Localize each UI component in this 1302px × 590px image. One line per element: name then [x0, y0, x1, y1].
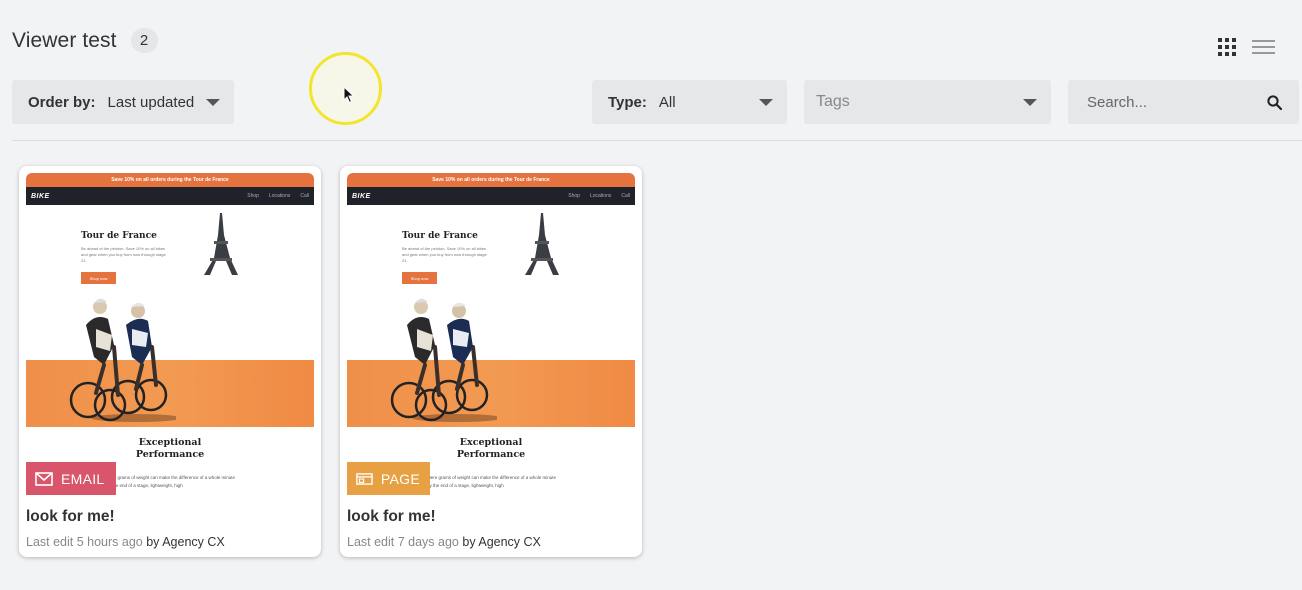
type-badge-email: EMAIL [26, 462, 116, 495]
thumb-nav-item: Locations [589, 193, 612, 199]
card-author: by Agency CX [146, 535, 225, 549]
content-card[interactable]: Save 10% on all orders during the Tour d… [340, 166, 642, 557]
thumb-brand-bar: BIKE Shop Locations Call [347, 187, 635, 205]
thumb-hero-text: Be ahead of the peloton. Save 10% on all… [402, 246, 487, 263]
thumb-section-title-line: Performance [456, 449, 526, 460]
toolbar-divider [12, 140, 1302, 141]
chevron-down-icon [206, 98, 220, 106]
order-by-dropdown[interactable]: Order by: Last updated [12, 80, 234, 124]
thumb-nav-item: Call [300, 193, 309, 199]
thumb-nav: Shop Locations Call [568, 193, 630, 199]
thumb-hero-button: Shop now [402, 272, 437, 284]
thumb-hero-text: Be ahead of the peloton. Save 10% on all… [81, 246, 166, 263]
type-filter-value: All [658, 93, 676, 111]
type-badge-label: EMAIL [61, 470, 105, 487]
tags-filter-dropdown[interactable]: Tags [804, 80, 1051, 124]
thumb-section-title-line: Exceptional [138, 437, 202, 448]
page-header: Viewer test 2 [12, 28, 158, 53]
page-icon [356, 472, 373, 485]
card-thumbnail: Save 10% on all orders during the Tour d… [26, 173, 314, 500]
card-edited-time: Last edit 7 days ago [347, 535, 459, 549]
cyclists-image [390, 298, 497, 422]
type-filter-dropdown[interactable]: Type: All [592, 80, 787, 124]
thumb-hero-title: Tour de France [81, 231, 157, 241]
thumb-nav-item: Locations [268, 193, 291, 199]
thumb-promo-bar: Save 10% on all orders during the Tour d… [347, 173, 635, 187]
card-author: by Agency CX [462, 535, 541, 549]
type-filter-label: Type: [608, 93, 647, 111]
thumb-nav: Shop Locations Call [247, 193, 309, 199]
card-meta: Last edit 7 days ago by Agency CX [347, 535, 541, 549]
order-by-label: Order by: [28, 93, 96, 111]
thumb-section-text: Mere grams of weight can make the differ… [106, 475, 235, 488]
thumb-promo-bar: Save 10% on all orders during the Tour d… [26, 173, 314, 187]
eiffel-tower-image [525, 213, 559, 275]
type-badge-label: PAGE [380, 470, 420, 487]
thumb-brand-logo: BIKE [352, 192, 371, 200]
thumb-section-text: Mere grams of weight can make the differ… [427, 475, 556, 488]
thumb-section-title: Exceptional Performance [26, 437, 314, 461]
thumb-nav-item: Call [621, 193, 630, 199]
order-by-value: Last updated [107, 93, 195, 111]
card-title: look for me! [26, 508, 115, 525]
thumb-hero: Tour de France Be ahead of the peloton. … [26, 205, 314, 427]
eiffel-tower-image [204, 213, 238, 275]
list-view-icon [1251, 40, 1275, 54]
grid-view-icon [1218, 38, 1236, 56]
search-box [1068, 80, 1299, 124]
thumb-nav-item: Shop [568, 193, 580, 199]
thumb-section-title-line: Exceptional [459, 437, 523, 448]
thumb-hero-button: Shop now [81, 272, 116, 284]
list-view-toggle[interactable] [1250, 37, 1276, 57]
search-input[interactable] [1087, 93, 1265, 111]
card-edited-time: Last edit 5 hours ago [26, 535, 143, 549]
thumb-brand-logo: BIKE [31, 192, 50, 200]
thumb-section-title: Exceptional Performance [347, 437, 635, 461]
thumb-section-title-line: Performance [135, 449, 205, 460]
card-meta: Last edit 5 hours ago by Agency CX [26, 535, 225, 549]
mail-icon [35, 471, 53, 486]
card-thumbnail: Save 10% on all orders during the Tour d… [347, 173, 635, 500]
tags-filter-placeholder: Tags [816, 93, 850, 110]
page-title: Viewer test [12, 28, 117, 52]
thumb-nav-item: Shop [247, 193, 259, 199]
mouse-cursor-icon [343, 86, 355, 104]
item-count-badge: 2 [130, 28, 158, 53]
type-badge-page: PAGE [347, 462, 430, 495]
thumb-hero: Tour de France Be ahead of the peloton. … [347, 205, 635, 427]
card-title: look for me! [347, 508, 436, 525]
grid-view-toggle[interactable] [1216, 37, 1238, 57]
thumb-hero-title: Tour de France [402, 231, 478, 241]
cyclists-image [69, 298, 176, 422]
chevron-down-icon [759, 98, 773, 106]
chevron-down-icon [1023, 98, 1037, 106]
thumb-brand-bar: BIKE Shop Locations Call [26, 187, 314, 205]
content-card[interactable]: Save 10% on all orders during the Tour d… [19, 166, 321, 557]
search-icon[interactable] [1265, 93, 1283, 111]
